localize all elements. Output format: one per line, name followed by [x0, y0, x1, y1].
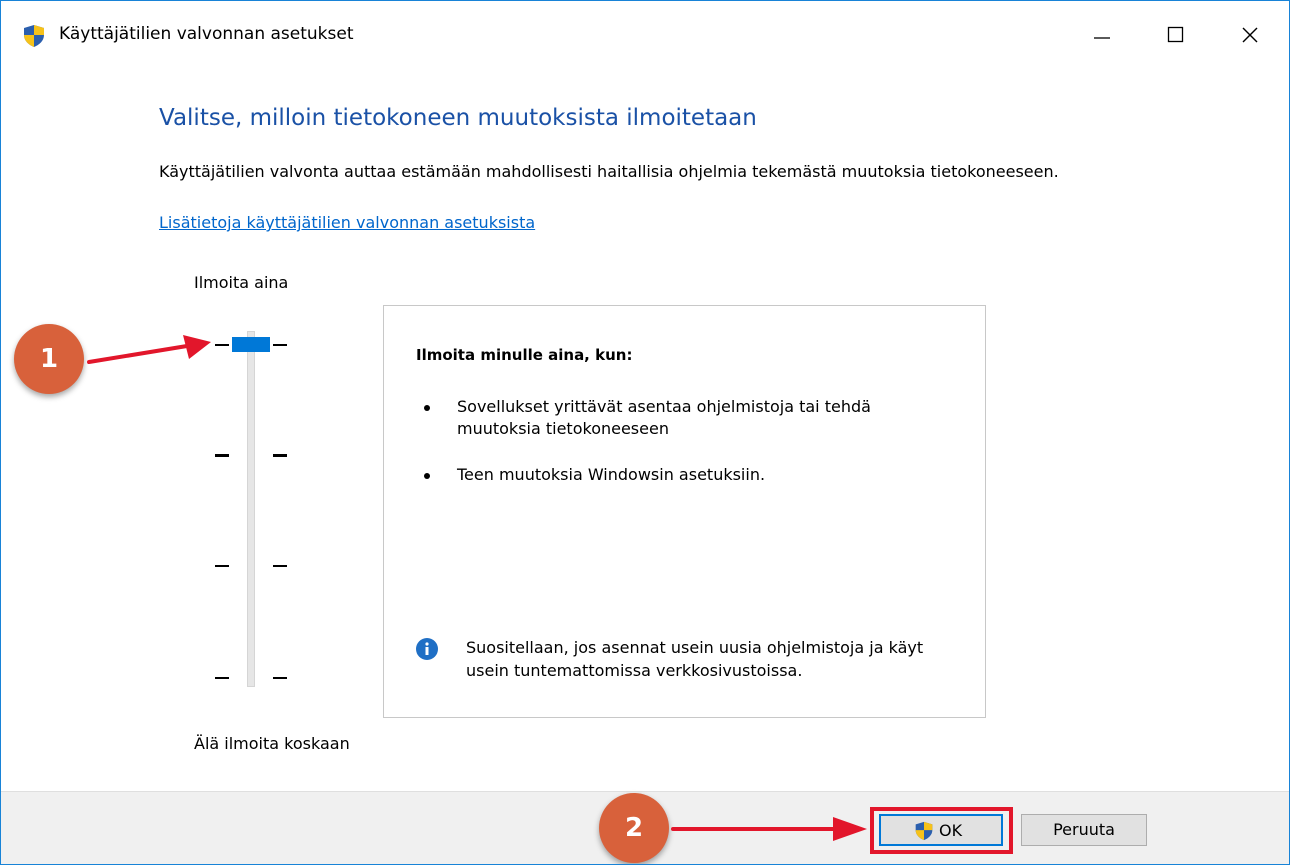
bullet-icon — [424, 473, 430, 479]
uac-settings-window: Käyttäjätilien valvonnan asetukset Valit… — [0, 0, 1290, 865]
slider-thumb[interactable] — [232, 337, 270, 352]
close-icon — [1242, 27, 1258, 43]
list-item: Sovellukset yrittävät asentaa ohjelmisto… — [424, 396, 944, 440]
arrow-icon — [671, 817, 867, 841]
slider-track[interactable] — [247, 331, 255, 687]
close-button[interactable] — [1227, 15, 1273, 55]
list-item-text: Sovellukset yrittävät asentaa ohjelmisto… — [457, 397, 871, 438]
slider-tick — [273, 565, 287, 567]
title-bar: Käyttäjätilien valvonnan asetukset — [1, 1, 1289, 71]
window-title: Käyttäjätilien valvonnan asetukset — [59, 24, 354, 44]
info-icon — [416, 638, 438, 660]
slider-top-label: Ilmoita aina — [194, 273, 289, 292]
slider-tick — [215, 677, 229, 679]
ok-button[interactable]: OK — [879, 814, 1003, 846]
arrow-icon — [87, 335, 211, 364]
callout-badge-2: 2 — [599, 793, 669, 863]
maximize-icon — [1167, 26, 1184, 43]
bullet-icon — [424, 405, 430, 411]
slider-tick — [273, 454, 287, 457]
list-item: Teen muutoksia Windowsin asetuksiin. — [424, 464, 944, 486]
learn-more-link[interactable]: Lisätietoja käyttäjätilien valvonnan ase… — [159, 213, 535, 232]
cancel-button[interactable]: Peruuta — [1021, 814, 1147, 846]
slider-bottom-label: Älä ilmoita koskaan — [194, 734, 350, 753]
recommendation-note: Suositellaan, jos asennat usein uusia oh… — [466, 638, 924, 680]
panel-title: Ilmoita minulle aina, kun: — [416, 346, 633, 364]
callout-badge-1: 1 — [14, 324, 84, 394]
minimize-button[interactable] — [1079, 15, 1125, 55]
list-item-text: Teen muutoksia Windowsin asetuksiin. — [457, 465, 766, 484]
slider-tick — [215, 565, 229, 567]
page-heading: Valitse, milloin tietokoneen muutoksista… — [159, 105, 757, 131]
ok-button-label: OK — [939, 821, 963, 840]
slider-tick — [215, 344, 229, 346]
notification-level-slider[interactable] — [201, 321, 301, 701]
maximize-button[interactable] — [1153, 15, 1199, 55]
level-description-panel: Ilmoita minulle aina, kun: Sovellukset y… — [383, 305, 986, 718]
minimize-icon — [1094, 37, 1110, 39]
slider-tick — [273, 677, 287, 679]
uac-shield-icon — [24, 25, 44, 47]
uac-shield-icon — [915, 821, 933, 841]
slider-tick — [273, 344, 287, 346]
description-text: Käyttäjätilien valvonta auttaa estämään … — [159, 162, 1059, 181]
slider-tick — [215, 454, 229, 457]
